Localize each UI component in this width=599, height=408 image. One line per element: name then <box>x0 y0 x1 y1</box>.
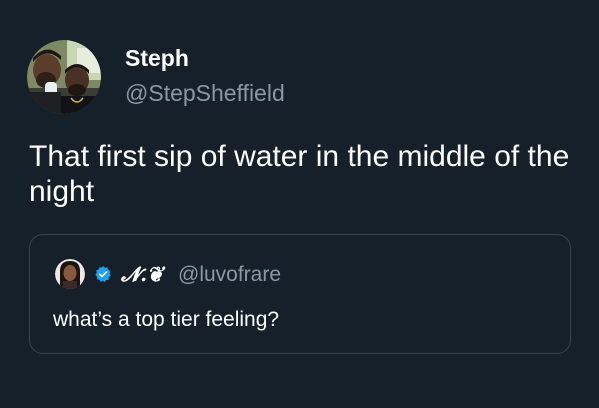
quoted-tweet-card[interactable]: 𝓝.❦ @luvofrare what’s a top tier feeling… <box>29 234 571 354</box>
author-name[interactable]: Steph <box>125 44 189 72</box>
author-handle[interactable]: @StepSheffield <box>125 79 285 107</box>
quoted-author-name[interactable]: 𝓝.❦ <box>121 261 162 287</box>
quoted-tweet-text: what’s a top tier feeling? <box>53 308 280 331</box>
verified-badge-icon <box>95 266 111 283</box>
tweet-text: That first sip of water in the middle of… <box>29 140 570 208</box>
quoted-author-handle[interactable]: @luvofrare <box>178 262 281 288</box>
author-avatar[interactable] <box>27 40 101 114</box>
tweet: Steph @StepSheffield That first sip of w… <box>0 0 599 408</box>
quoted-author-avatar[interactable] <box>55 259 85 289</box>
